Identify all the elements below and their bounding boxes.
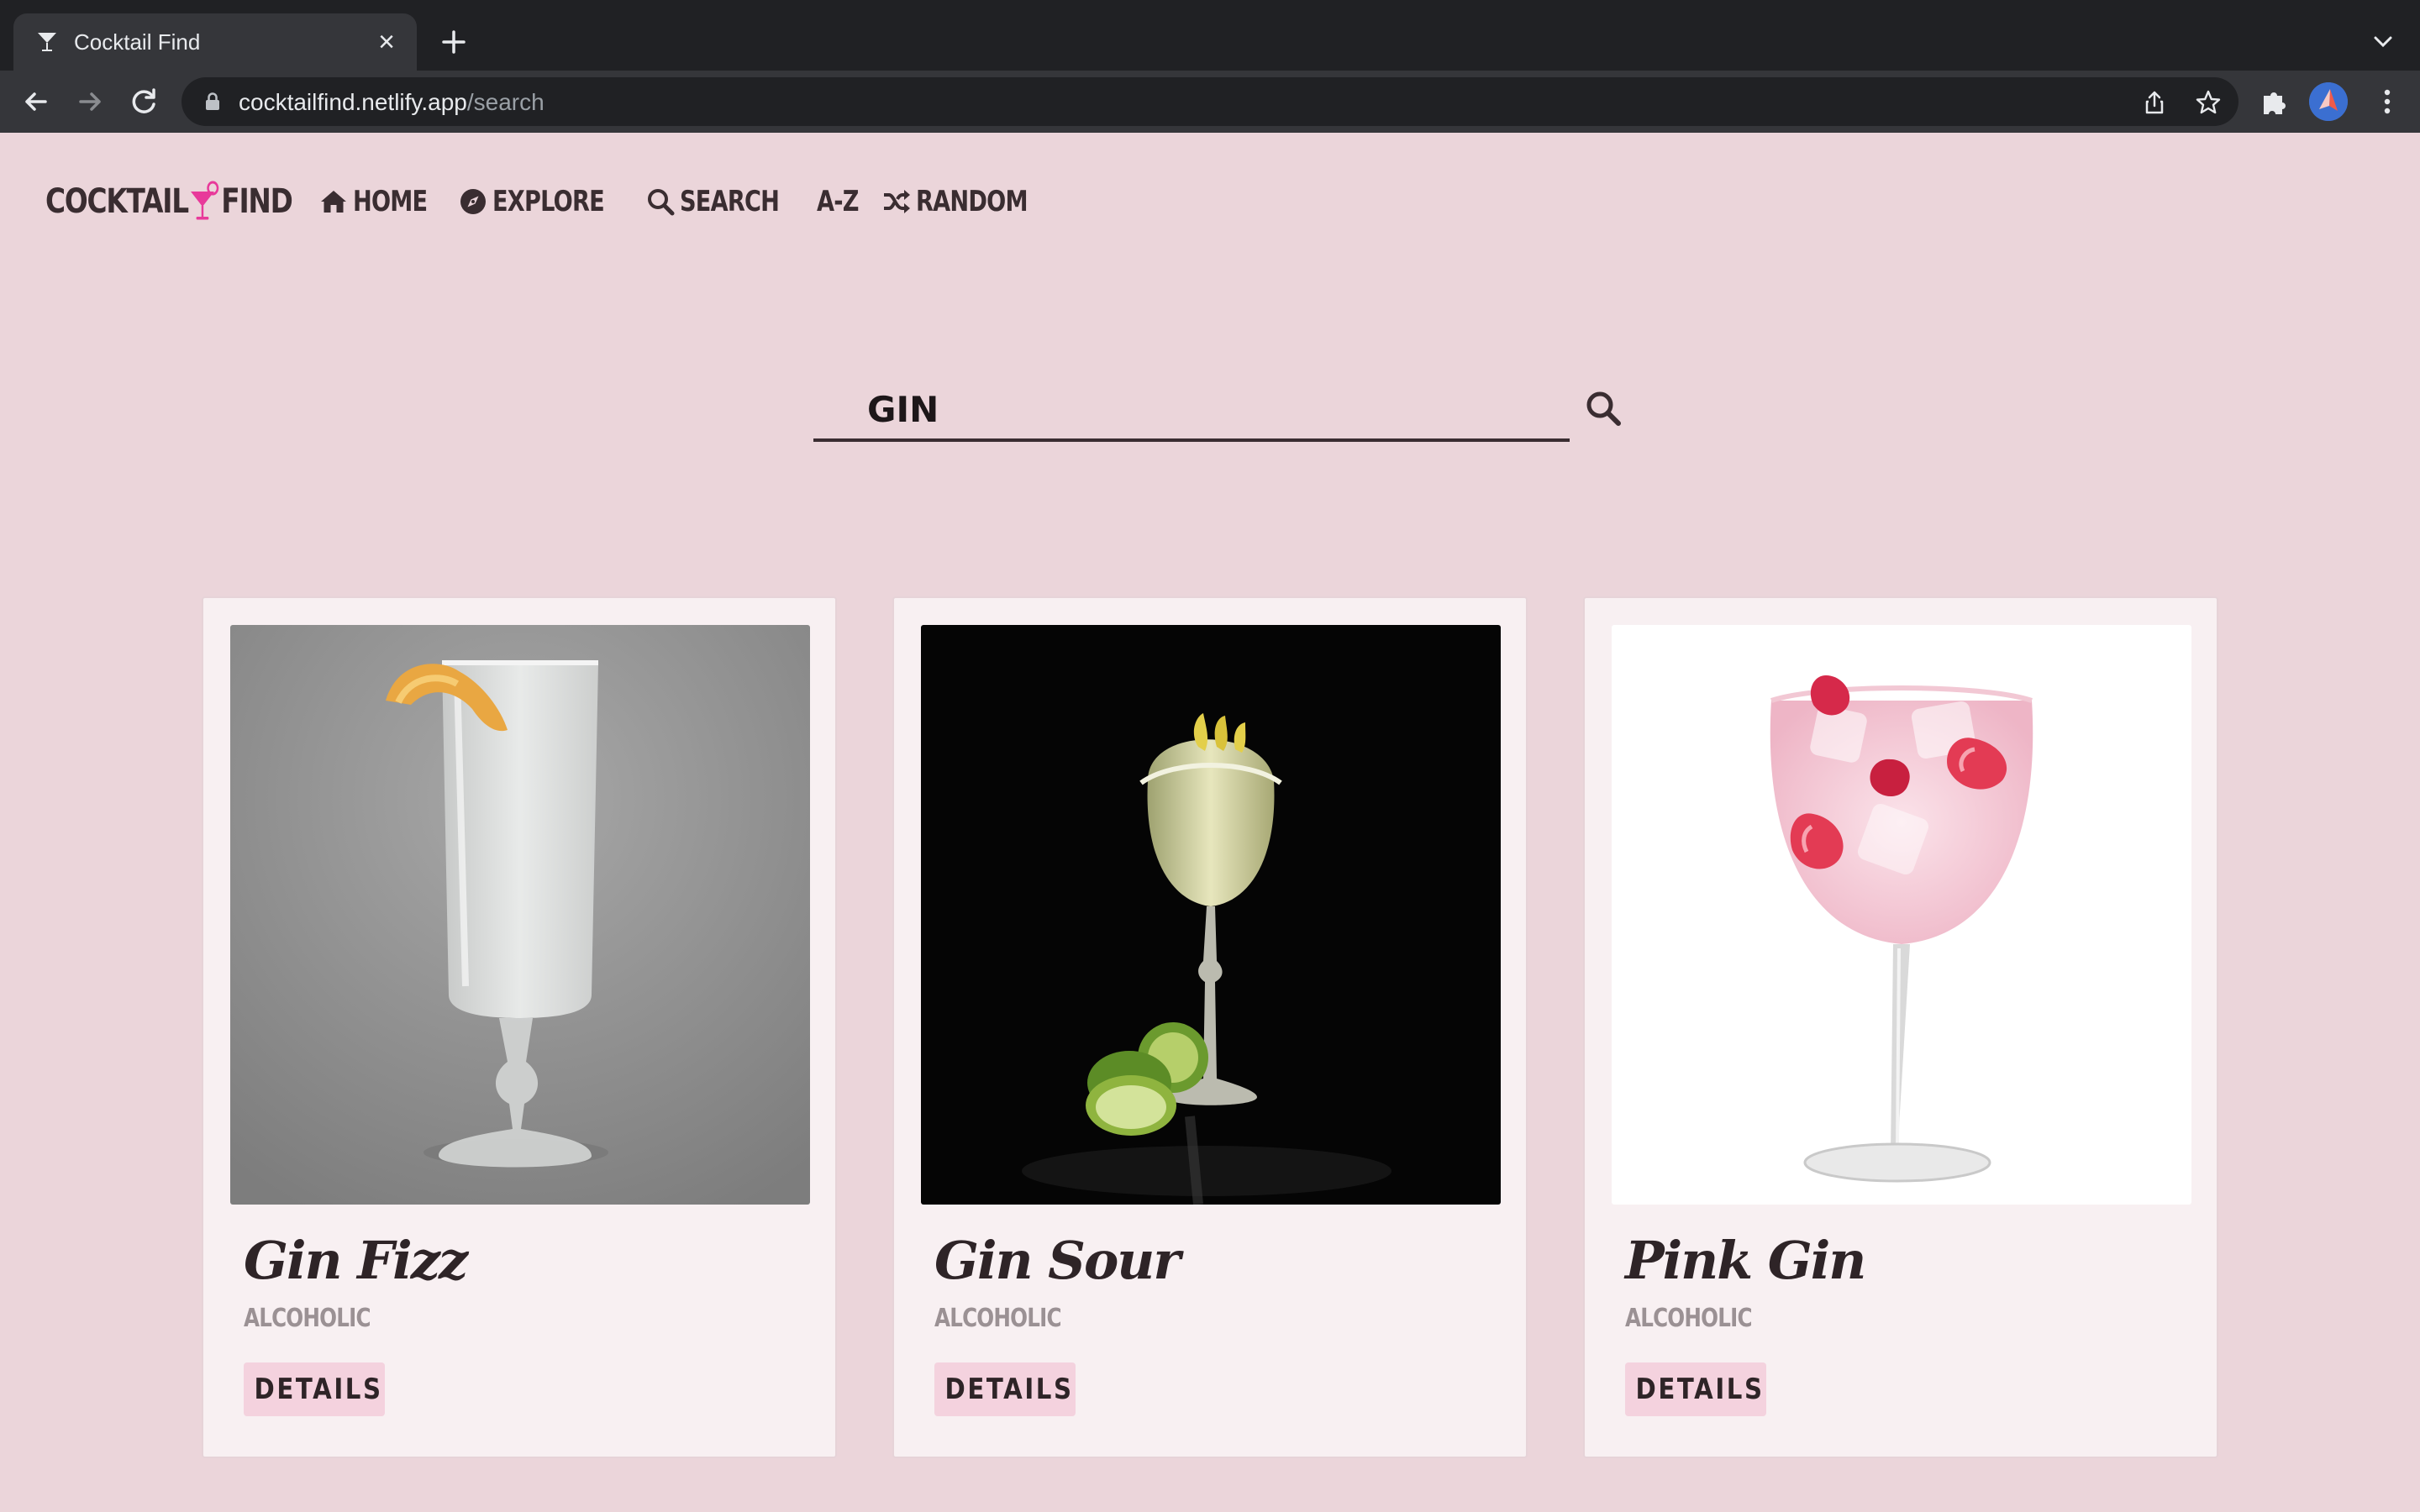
nav-a-z[interactable]: A-Z xyxy=(817,185,859,218)
browser-toolbar: cocktailfind.netlify.app/search xyxy=(0,71,2420,133)
nav-search[interactable]: SEARCH xyxy=(646,185,791,218)
cocktail-favicon-icon xyxy=(38,33,56,51)
browser-tab[interactable]: Cocktail Find × xyxy=(13,13,417,71)
url-path: /search xyxy=(466,89,544,115)
logo-text-right: FIND xyxy=(221,182,293,221)
url-host: cocktailfind.netlify.app xyxy=(239,89,467,115)
share-icon[interactable] xyxy=(2141,89,2168,116)
cocktail-card: Gin Fizz ALCOHOLIC DETAILS xyxy=(202,596,837,1458)
lock-icon[interactable] xyxy=(205,92,220,111)
site-header: COCKTAIL FIND HOME EXPLORE SEARCH A-Z RA… xyxy=(0,133,2420,259)
search-submit-button[interactable] xyxy=(1570,375,1637,442)
search-icon xyxy=(1586,391,1621,426)
nav-explore[interactable]: EXPLORE xyxy=(459,185,618,218)
shuffle-icon xyxy=(884,190,911,213)
more-menu-icon[interactable] xyxy=(2370,84,2405,119)
search-icon xyxy=(647,189,675,216)
details-button-label: DETAILS xyxy=(254,1373,383,1406)
cocktail-type: ALCOHOLIC xyxy=(244,1304,371,1333)
results-grid: Gin Fizz ALCOHOLIC DETAILS Gin Sour ALCO… xyxy=(202,596,2218,1458)
tab-title: Cocktail Find xyxy=(74,29,201,55)
details-button[interactable]: DETAILS xyxy=(1625,1362,1766,1416)
search-form xyxy=(813,353,1621,462)
cocktail-name: Pink Gin xyxy=(1625,1230,1866,1291)
nav-random-label: RANDOM xyxy=(916,185,1028,218)
profile-avatar[interactable] xyxy=(2309,82,2348,121)
nav-explore-label: EXPLORE xyxy=(492,185,605,218)
nav-home[interactable]: HOME xyxy=(319,185,432,218)
extensions-puzzle-icon[interactable] xyxy=(2257,84,2292,119)
compass-icon xyxy=(460,189,487,214)
details-button[interactable]: DETAILS xyxy=(934,1362,1076,1416)
details-button[interactable]: DETAILS xyxy=(244,1362,385,1416)
star-bookmark-icon[interactable] xyxy=(2195,89,2222,116)
nav-random[interactable]: RANDOM xyxy=(882,185,1042,218)
avatar-image xyxy=(2309,82,2348,121)
new-tab-icon[interactable] xyxy=(435,24,472,60)
cocktail-name: Gin Fizz xyxy=(244,1230,468,1291)
forward-arrow-icon[interactable] xyxy=(72,84,108,119)
details-button-label: DETAILS xyxy=(944,1373,1074,1406)
gin-fizz-photo xyxy=(230,625,810,1205)
cocktail-name: Gin Sour xyxy=(934,1230,1181,1291)
address-bar[interactable]: cocktailfind.netlify.app/search xyxy=(182,77,2238,126)
close-tab-icon[interactable]: × xyxy=(370,25,403,59)
nav-home-label: HOME xyxy=(353,185,428,218)
chevron-down-icon[interactable] xyxy=(2368,27,2398,57)
cocktail-type: ALCOHOLIC xyxy=(934,1304,1062,1333)
cocktail-glass-logo-icon xyxy=(191,181,219,220)
gin-sour-photo xyxy=(921,625,1501,1205)
pink-gin-photo xyxy=(1612,625,2191,1205)
url-text: cocktailfind.netlify.app/search xyxy=(239,88,544,117)
cocktail-image[interactable] xyxy=(921,625,1501,1205)
cocktail-card: Pink Gin ALCOHOLIC DETAILS xyxy=(1583,596,2218,1458)
browser-chrome: Cocktail Find × cocktailfind.netlify.app… xyxy=(0,0,2420,133)
details-button-label: DETAILS xyxy=(1635,1373,1765,1406)
reload-icon[interactable] xyxy=(126,84,161,119)
search-input[interactable] xyxy=(813,370,1570,442)
home-icon xyxy=(321,191,346,213)
cocktail-card: Gin Sour ALCOHOLIC DETAILS xyxy=(892,596,1528,1458)
cocktail-type: ALCOHOLIC xyxy=(1625,1304,1753,1333)
nav-search-label: SEARCH xyxy=(679,185,780,218)
site-logo[interactable]: COCKTAIL FIND xyxy=(45,176,293,227)
back-arrow-icon[interactable] xyxy=(18,84,54,119)
main-nav: HOME EXPLORE SEARCH A-Z RANDOM xyxy=(319,178,1069,225)
cocktail-image[interactable] xyxy=(1612,625,2191,1205)
logo-text-left: COCKTAIL xyxy=(45,182,189,221)
nav-a-z-label: A-Z xyxy=(817,185,859,218)
cocktail-image[interactable] xyxy=(230,625,810,1205)
